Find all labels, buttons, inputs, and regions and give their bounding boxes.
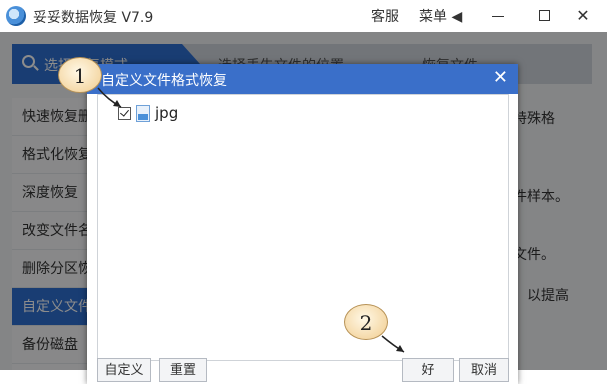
annotation-2: 2 [344, 304, 388, 340]
annotation-arrows [97, 87, 405, 353]
annotation-1: 1 [58, 57, 102, 93]
